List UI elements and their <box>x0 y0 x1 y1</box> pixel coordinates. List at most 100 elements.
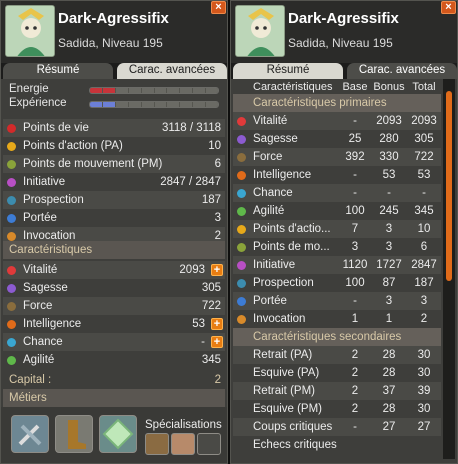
secondary-row: Retrait (PM) 2 37 39 <box>233 382 441 400</box>
stat-label: Initiative <box>23 176 66 188</box>
col-caracteristiques: Caractéristiques <box>253 81 333 93</box>
agility-icon <box>7 356 16 365</box>
tab-carac-avancees[interactable]: Carac. avancées <box>347 63 457 79</box>
character-summary-panel: Dark-Agressifix Sadida, Niveau 195 × Rés… <box>0 0 228 464</box>
intelligence-icon <box>7 320 16 329</box>
tab-resume[interactable]: Résumé <box>233 63 343 79</box>
total-value: 30 <box>417 367 431 379</box>
xp-bar <box>89 101 219 108</box>
carac-label: Force <box>23 300 53 312</box>
primary-label: Vitalité <box>253 115 288 127</box>
character-name: Dark-Agressifix <box>288 10 399 27</box>
close-button[interactable]: × <box>441 1 456 14</box>
secondary-row: Echecs critiques <box>233 436 441 454</box>
bonus-value: 3 <box>385 295 393 307</box>
base-value: 25 <box>348 133 362 145</box>
range-icon <box>237 297 246 306</box>
intelligence-icon <box>237 171 246 180</box>
bonus-value: 28 <box>382 367 396 379</box>
bonus-value: 87 <box>382 277 396 289</box>
primary-row: Points d'actio... 7 3 10 <box>233 220 441 238</box>
base-value: - <box>353 169 357 181</box>
carac-row: Sagesse 305 <box>3 279 225 297</box>
total-value: 345 <box>414 205 434 217</box>
primary-label: Points d'actio... <box>253 223 331 235</box>
tab-resume[interactable]: Résumé <box>3 63 113 79</box>
total-value: 2847 <box>411 259 437 271</box>
carac-label: Vitalité <box>23 264 58 276</box>
increase-stat-button[interactable]: + <box>211 318 223 330</box>
increase-stat-button[interactable]: + <box>211 264 223 276</box>
chance-icon <box>7 338 16 347</box>
energy-segment <box>141 88 154 93</box>
vitality-icon <box>237 117 246 126</box>
stat-value: 187 <box>201 194 221 206</box>
base-value: - <box>353 295 357 307</box>
specialisation-slot-2[interactable] <box>171 433 195 455</box>
base-value: 1 <box>351 313 359 325</box>
total-value: - <box>422 187 426 199</box>
energy-segment <box>115 88 128 93</box>
carac-value: 722 <box>201 300 221 312</box>
xp-segment <box>167 102 180 107</box>
secondary-header: Caractéristiques secondaires <box>233 328 441 346</box>
range-icon <box>7 214 16 223</box>
vitality-icon <box>7 266 16 275</box>
carac-value: 53 <box>192 318 205 330</box>
total-value: 3 <box>420 295 428 307</box>
initiative-icon <box>237 261 246 270</box>
total-value: 305 <box>414 133 434 145</box>
base-value: 7 <box>351 223 359 235</box>
secondary-label: Retrait (PM) <box>253 385 315 397</box>
carac-label: Intelligence <box>23 318 82 330</box>
total-value: 6 <box>420 241 428 253</box>
specialisation-slot-3[interactable] <box>197 433 221 455</box>
total-value: 187 <box>414 277 434 289</box>
summary-body: Energie Expérience Points de vie 3118 / … <box>1 79 227 463</box>
stat-row: Prospection 187 <box>3 191 225 209</box>
primary-label: Portée <box>253 295 287 307</box>
stat-row: Points de vie 3118 / 3118 <box>3 119 225 137</box>
chance-icon <box>237 189 246 198</box>
secondary-label: Esquive (PA) <box>253 367 320 379</box>
prospection-icon <box>237 279 246 288</box>
stat-row: Points d'action (PA) 10 <box>3 137 225 155</box>
carac-value: 345 <box>201 354 221 366</box>
bonus-value: 3 <box>385 241 393 253</box>
class-level: Sadida, Niveau 195 <box>288 36 393 50</box>
primary-label: Chance <box>253 187 293 199</box>
boot-icon <box>7 160 16 169</box>
job-slot-3[interactable] <box>99 415 137 453</box>
increase-stat-button[interactable]: + <box>211 336 223 348</box>
secondary-label: Retrait (PA) <box>253 349 313 361</box>
stat-label: Points d'action (PA) <box>23 140 123 152</box>
character-name: Dark-Agressifix <box>58 10 169 27</box>
xp-segment <box>193 102 206 107</box>
scrollbar-thumb[interactable] <box>446 91 452 281</box>
bonus-value: 3 <box>385 223 393 235</box>
bonus-value: 37 <box>382 385 396 397</box>
bonus-value: 1 <box>385 313 393 325</box>
xp-segment <box>128 102 141 107</box>
tab-carac-avancees[interactable]: Carac. avancées <box>117 63 227 79</box>
carac-label: Agilité <box>23 354 55 366</box>
tools-icon <box>18 424 42 446</box>
tab-bar: Résumé Carac. avancées <box>1 63 227 79</box>
specialisation-slot-1[interactable] <box>145 433 169 455</box>
heart-icon <box>7 124 16 133</box>
xp-segment <box>115 102 128 107</box>
carac-value: - <box>201 336 205 348</box>
bonus-value: 245 <box>379 205 399 217</box>
stat-label: Points de vie <box>23 122 89 134</box>
capital-value: 2 <box>214 374 221 386</box>
close-button[interactable]: × <box>211 1 226 14</box>
energy-segment <box>206 88 218 93</box>
secondary-row: Esquive (PM) 2 28 30 <box>233 400 441 418</box>
job-slot-1[interactable] <box>11 415 49 453</box>
boot-icon <box>237 243 246 252</box>
job-slot-2[interactable] <box>55 415 93 453</box>
primary-row: Sagesse 25 280 305 <box>233 130 441 148</box>
base-value: 100 <box>345 205 365 217</box>
invocation-icon <box>237 315 246 324</box>
carac-label: Sagesse <box>23 282 68 294</box>
